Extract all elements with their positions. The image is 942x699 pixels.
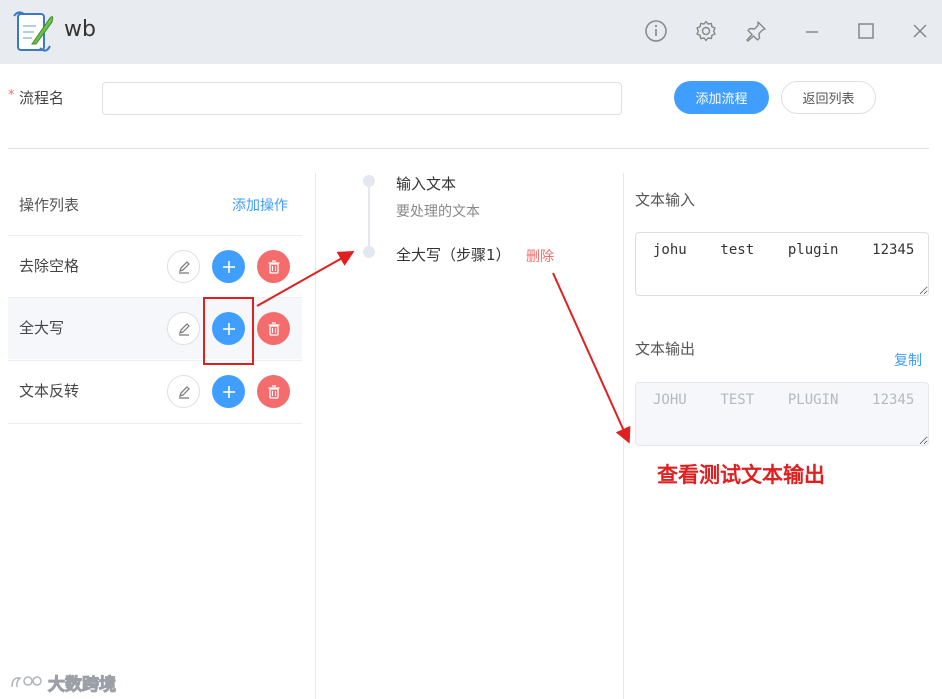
annotation-text: 查看测试文本输出 <box>657 463 825 487</box>
delete-button[interactable] <box>257 250 290 283</box>
timeline-dot <box>363 246 375 258</box>
pin-icon[interactable] <box>742 17 770 45</box>
step-subtitle: 要处理的文本 <box>396 204 480 220</box>
info-icon[interactable] <box>642 17 670 45</box>
timeline-line <box>368 187 370 247</box>
watermark-logo-icon <box>11 675 42 687</box>
operation-label: 全大写 <box>19 319 65 337</box>
back-to-list-button[interactable]: 返回列表 <box>781 81 876 114</box>
annotation-box <box>203 297 254 365</box>
delete-step-link[interactable]: 删除 <box>526 246 554 266</box>
trash-icon <box>268 384 279 399</box>
copy-link[interactable]: 复制 <box>894 350 922 370</box>
add-step-button[interactable] <box>212 250 245 283</box>
operation-row: 文本反转 <box>8 360 302 422</box>
watermark-text: 大数跨境 <box>48 675 117 696</box>
add-flow-button[interactable]: 添加流程 <box>674 81 769 114</box>
close-icon[interactable] <box>906 17 934 45</box>
minimize-icon[interactable] <box>798 17 826 45</box>
delete-button[interactable] <box>257 312 290 345</box>
pencil-icon <box>178 260 190 274</box>
edit-button[interactable] <box>167 312 200 345</box>
operation-label: 去除空格 <box>19 257 80 275</box>
trash-icon <box>268 321 279 336</box>
edit-button[interactable] <box>167 375 200 408</box>
pencil-icon <box>178 322 190 336</box>
flow-name-label: 流程名 <box>19 89 65 107</box>
divider <box>8 423 302 424</box>
delete-button[interactable] <box>257 375 290 408</box>
gear-icon[interactable] <box>692 17 720 45</box>
pencil-icon <box>178 385 190 399</box>
column-divider <box>623 173 624 699</box>
text-output-label: 文本输出 <box>635 340 696 358</box>
flow-name-input[interactable] <box>102 82 622 115</box>
divider <box>8 148 929 149</box>
operation-row: 全大写 <box>8 297 302 359</box>
operation-label: 文本反转 <box>19 382 80 400</box>
required-mark: * <box>8 88 15 103</box>
add-step-button[interactable] <box>212 375 245 408</box>
plus-icon <box>222 385 235 398</box>
plus-icon <box>222 260 235 273</box>
app-title: wb <box>64 17 96 42</box>
timeline-dot <box>363 175 375 187</box>
watermark: 大数跨境 <box>8 670 117 696</box>
title-bar: wb <box>0 0 942 64</box>
text-input-label: 文本输入 <box>635 191 696 209</box>
trash-icon <box>268 259 279 274</box>
app-logo-icon <box>13 11 54 52</box>
operations-title: 操作列表 <box>19 196 80 214</box>
edit-button[interactable] <box>167 250 200 283</box>
operation-row: 去除空格 <box>8 235 302 297</box>
text-input-area[interactable]: johu test plugin 12345 <box>635 232 929 296</box>
text-output-area[interactable]: JOHU TEST PLUGIN 12345 <box>635 382 929 446</box>
annotation-arrow <box>552 272 631 444</box>
add-operation-link[interactable]: 添加操作 <box>232 195 288 215</box>
step-title: 输入文本 <box>396 175 457 193</box>
step-title: 全大写（步骤1） <box>396 246 511 264</box>
column-divider <box>315 173 316 699</box>
maximize-icon[interactable] <box>852 17 880 45</box>
